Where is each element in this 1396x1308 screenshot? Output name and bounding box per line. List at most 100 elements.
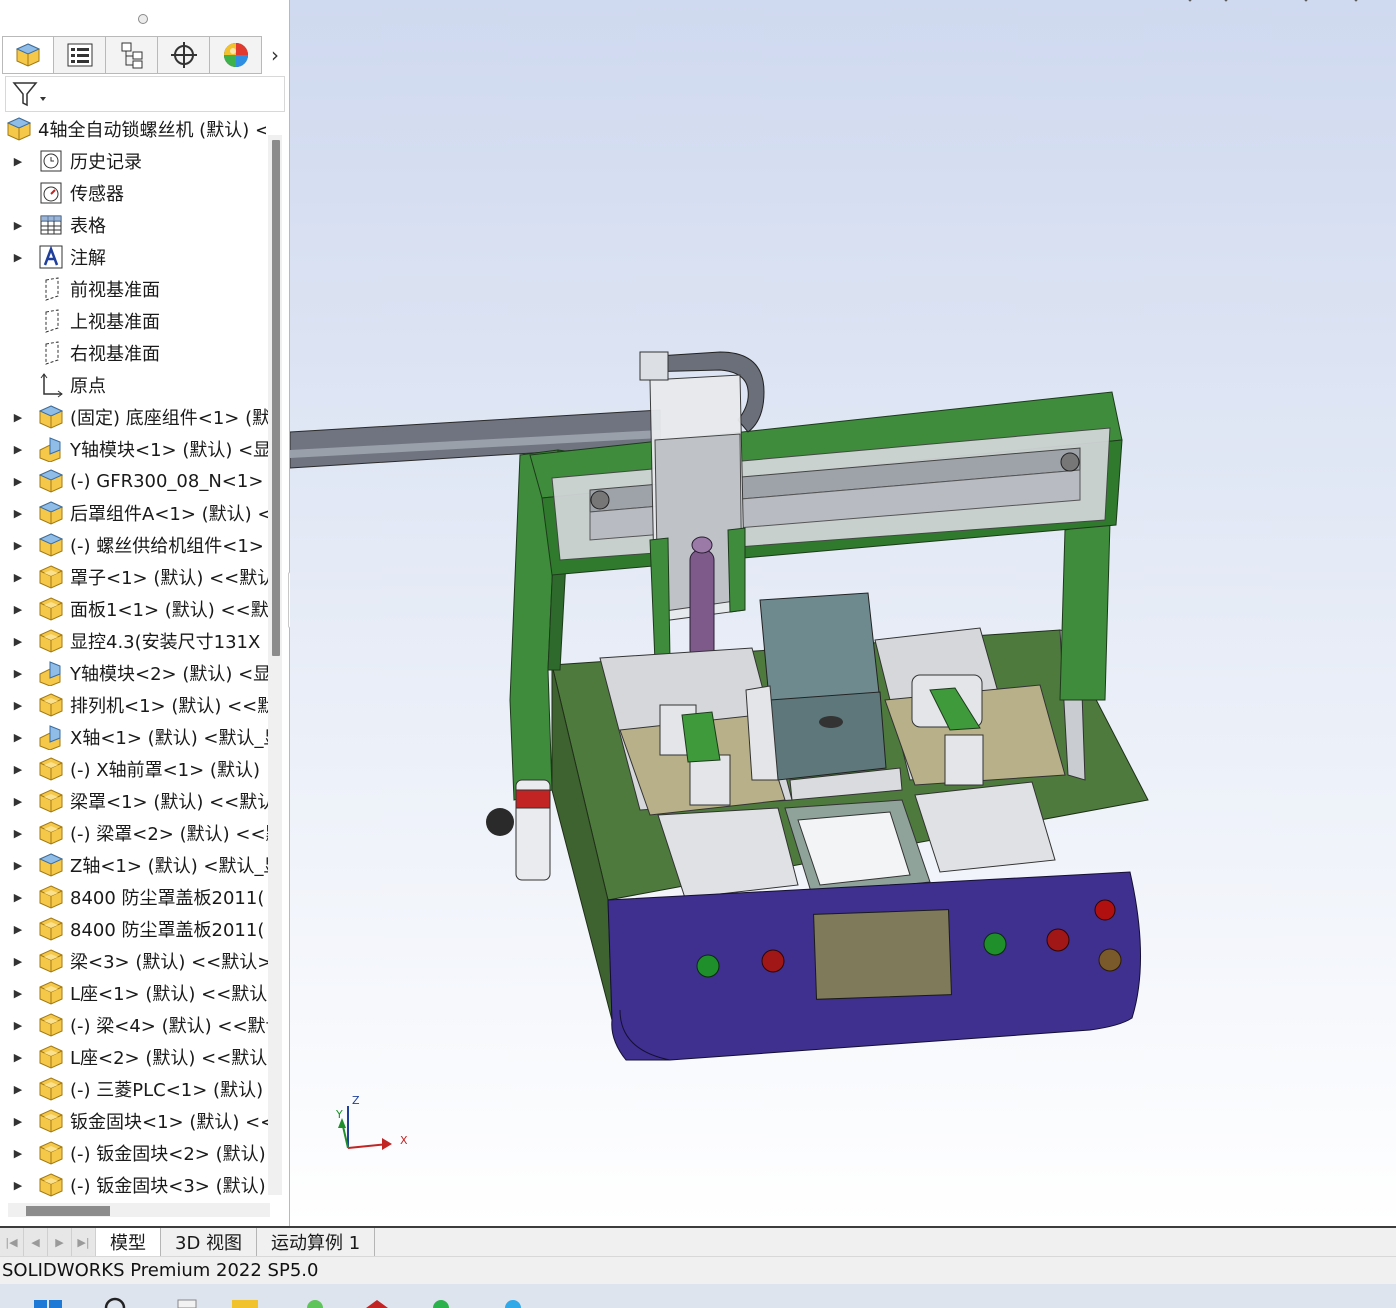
expand-arrow-icon[interactable]: ▶ xyxy=(0,657,36,689)
tree-item[interactable]: ▶ 注解 xyxy=(0,241,268,273)
tree-item[interactable]: ▶ 表格 xyxy=(0,209,268,241)
tree-item[interactable]: ▶ Z轴<1> (默认) <默认_显 xyxy=(0,849,268,881)
tree-item[interactable]: ▶ L座<1> (默认) <<默认: xyxy=(0,977,268,1009)
tree-item[interactable]: 传感器 xyxy=(0,177,268,209)
tree-item[interactable]: ▶ 梁<3> (默认) <<默认> xyxy=(0,945,268,977)
tree-item[interactable]: ▶ X轴<1> (默认) <默认_显 xyxy=(0,721,268,753)
feature-manager-panel: › 4轴全自动锁螺丝机 (默认) < ▶ 历史记录传感器 ▶ 表格 ▶ 注解 前视基准面 上视… xyxy=(0,0,290,1228)
document-icon[interactable] xyxy=(172,1294,202,1308)
tree-item[interactable]: 前视基准面 xyxy=(0,273,268,305)
graphics-area[interactable]: Z Y X xyxy=(290,0,1396,1226)
expand-arrow-icon[interactable]: ▶ xyxy=(0,593,36,625)
expand-arrow-icon[interactable]: ▶ xyxy=(0,881,36,913)
expand-arrow-icon[interactable]: ▶ xyxy=(0,433,36,465)
first-tab-button[interactable]: |◀ xyxy=(0,1228,24,1256)
expand-arrow-icon[interactable]: ▶ xyxy=(0,1137,36,1169)
tree-item[interactable]: ▶ 8400 防尘罩盖板2011( xyxy=(0,881,268,913)
feature-manager-tab[interactable] xyxy=(2,36,54,74)
filter-funnel-icon[interactable] xyxy=(10,80,46,108)
expand-arrow-icon[interactable]: ▶ xyxy=(0,497,36,529)
heads-up-toolbar[interactable] xyxy=(1180,0,1396,6)
emergency-button xyxy=(1094,899,1116,921)
expand-arrow-icon[interactable]: ▶ xyxy=(0,1169,36,1201)
app-blue-icon[interactable] xyxy=(498,1294,528,1308)
expand-arrow-icon[interactable]: ▶ xyxy=(0,465,36,497)
expand-arrow-icon[interactable]: ▶ xyxy=(0,945,36,977)
next-tab-button[interactable]: ▶ xyxy=(48,1228,72,1256)
tree-item[interactable]: ▶ 罩子<1> (默认) <<默认 xyxy=(0,561,268,593)
gantry-right-leg xyxy=(1059,521,1111,701)
tree-item[interactable]: ▶ (-) 钣金固块<3> (默认) xyxy=(0,1169,268,1201)
tab-model[interactable]: 模型 xyxy=(96,1228,161,1256)
tree-item-label: (-) 梁罩<2> (默认) <<默 xyxy=(70,824,268,845)
tree-item[interactable]: ▶ 梁罩<1> (默认) <<默认 xyxy=(0,785,268,817)
tree-item[interactable]: ▶ (-) 三菱PLC<1> (默认) xyxy=(0,1073,268,1105)
windows-start-icon[interactable] xyxy=(34,1294,64,1308)
expand-arrow-icon[interactable]: ▶ xyxy=(0,145,36,177)
tree-item[interactable]: ▶ Y轴模块<1> (默认) <显 xyxy=(0,433,268,465)
tree-item[interactable]: ▶ 显控4.3(安装尺寸131X xyxy=(0,625,268,657)
expand-arrow-icon[interactable]: ▶ xyxy=(0,817,36,849)
dimxpert-tab[interactable] xyxy=(158,36,210,74)
tree-vertical-scroll-thumb[interactable] xyxy=(272,140,280,656)
expand-arrow-icon[interactable]: ▶ xyxy=(0,625,36,657)
expand-arrow-icon[interactable]: ▶ xyxy=(0,209,36,241)
more-tabs-chevron-icon[interactable]: › xyxy=(262,36,288,74)
expand-arrow-icon[interactable]: ▶ xyxy=(0,401,36,433)
tree-item-label: 传感器 xyxy=(70,184,124,205)
solidworks-taskbar-icon[interactable] xyxy=(362,1294,392,1308)
tree-item[interactable]: ▶ 钣金固块<1> (默认) << xyxy=(0,1105,268,1137)
expand-arrow-icon[interactable]: ▶ xyxy=(0,1073,36,1105)
tree-item[interactable]: ▶ (-) X轴前罩<1> (默认) xyxy=(0,753,268,785)
expand-arrow-icon[interactable]: ▶ xyxy=(0,1041,36,1073)
prev-tab-button[interactable]: ◀ xyxy=(24,1228,48,1256)
tree-item[interactable]: 上视基准面 xyxy=(0,305,268,337)
last-tab-button[interactable]: ▶| xyxy=(72,1228,96,1256)
expand-arrow-icon[interactable]: ▶ xyxy=(0,785,36,817)
tree-root-assembly[interactable]: 4轴全自动锁螺丝机 (默认) < xyxy=(4,113,266,145)
tree-item[interactable]: ▶ (-) 梁<4> (默认) <<默认 xyxy=(0,1009,268,1041)
plane-icon xyxy=(36,274,66,304)
expand-arrow-icon[interactable]: ▶ xyxy=(0,753,36,785)
app-green-icon[interactable] xyxy=(300,1294,330,1308)
tree-item[interactable]: ▶ 面板1<1> (默认) <<默 xyxy=(0,593,268,625)
tree-item[interactable]: ▶ (-) 螺丝供给机组件<1> xyxy=(0,529,268,561)
expand-arrow-icon[interactable]: ▶ xyxy=(0,977,36,1009)
tree-item-label: 面板1<1> (默认) <<默 xyxy=(70,600,268,621)
tree-horizontal-scroll-thumb[interactable] xyxy=(26,1206,110,1216)
expand-arrow-icon[interactable]: ▶ xyxy=(0,913,36,945)
expand-arrow-icon[interactable]: ▶ xyxy=(0,721,36,753)
tree-item[interactable]: ▶ 后罩组件A<1> (默认) < xyxy=(0,497,268,529)
part-icon xyxy=(36,1170,66,1200)
tab-motion-study[interactable]: 运动算例 1 xyxy=(257,1228,376,1256)
configuration-manager-tab[interactable] xyxy=(106,36,158,74)
expand-arrow-icon[interactable]: ▶ xyxy=(0,529,36,561)
display-manager-tab[interactable] xyxy=(210,36,262,74)
search-icon[interactable] xyxy=(100,1294,130,1308)
tree-item[interactable]: ▶ 历史记录 xyxy=(0,145,268,177)
expand-arrow-icon[interactable]: ▶ xyxy=(0,561,36,593)
tree-item[interactable]: ▶ 排列机<1> (默认) <<默 xyxy=(0,689,268,721)
expand-arrow-icon[interactable]: ▶ xyxy=(0,849,36,881)
tree-item[interactable]: ▶ (固定) 底座组件<1> (默 xyxy=(0,401,268,433)
tree-item[interactable]: ▶ 8400 防尘罩盖板2011( xyxy=(0,913,268,945)
tree-item[interactable]: ▶ Y轴模块<2> (默认) <显 xyxy=(0,657,268,689)
expand-arrow-icon[interactable]: ▶ xyxy=(0,1105,36,1137)
tree-item[interactable]: ▶ (-) 钣金固块<2> (默认) xyxy=(0,1137,268,1169)
tree-item[interactable]: ▶ L座<2> (默认) <<默认: xyxy=(0,1041,268,1073)
panel-grip-icon[interactable] xyxy=(138,14,148,24)
tree-item[interactable]: ▶ (-) GFR300_08_N<1> xyxy=(0,465,268,497)
tree-item[interactable]: ▶ (-) 梁罩<2> (默认) <<默 xyxy=(0,817,268,849)
tree-item[interactable]: 右视基准面 xyxy=(0,337,268,369)
expand-arrow-icon[interactable]: ▶ xyxy=(0,1009,36,1041)
expand-arrow-icon[interactable]: ▶ xyxy=(0,241,36,273)
tree-filter[interactable] xyxy=(5,76,285,112)
expand-arrow-icon[interactable]: ▶ xyxy=(0,689,36,721)
tree-item[interactable]: 原点 xyxy=(0,369,268,401)
reference-triad xyxy=(338,1106,392,1150)
folder-icon[interactable] xyxy=(230,1294,260,1308)
expand-arrow-placeholder xyxy=(0,337,36,369)
tab-3d-view[interactable]: 3D 视图 xyxy=(161,1228,258,1256)
wechat-icon[interactable] xyxy=(426,1294,456,1308)
property-manager-tab[interactable] xyxy=(54,36,106,74)
